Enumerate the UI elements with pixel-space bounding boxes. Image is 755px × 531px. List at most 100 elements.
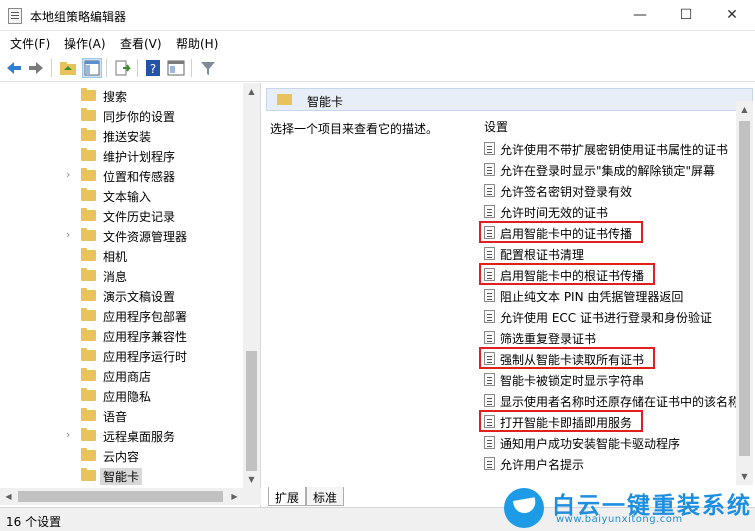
tree-item-label: 应用程序运行时 [103, 350, 188, 364]
menu-action[interactable]: 操作(A) [64, 35, 106, 52]
tree-item-label: 消息 [103, 270, 128, 284]
scroll-up-arrow-icon[interactable]: ▲ [736, 101, 753, 118]
watermark-url: www.baiyunxitong.com [556, 514, 683, 525]
tree-item[interactable]: 维护计划程序 [62, 145, 242, 165]
scroll-thumb[interactable] [246, 351, 257, 471]
folder-icon [81, 328, 96, 341]
toolbar-separator [137, 59, 138, 77]
show-hide-tree-icon[interactable] [82, 58, 102, 78]
tab-standard[interactable]: 标准 [306, 487, 345, 506]
back-arrow-icon[interactable] [4, 58, 24, 78]
setting-row[interactable]: 允许用户名提示 [482, 453, 737, 474]
help-icon[interactable]: ? [143, 58, 163, 78]
setting-label: 配置根证书清理 [500, 248, 585, 262]
filter-icon[interactable] [198, 58, 218, 78]
tree-item[interactable]: 应用商店 [62, 365, 242, 385]
scroll-thumb[interactable] [739, 121, 750, 456]
tree-item[interactable]: 智能卡 [62, 465, 242, 485]
setting-row[interactable]: 配置根证书清理 [482, 243, 737, 264]
export-icon[interactable] [113, 58, 133, 78]
tree-item[interactable]: 应用程序运行时 [62, 345, 242, 365]
tree-item[interactable]: 应用程序包部署 [62, 305, 242, 325]
setting-row[interactable]: 允许使用 ECC 证书进行登录和身份验证 [482, 306, 737, 327]
folder-icon [81, 88, 96, 101]
setting-row[interactable]: 允许时间无效的证书 [482, 201, 737, 222]
folder-icon [81, 268, 96, 281]
minimize-button[interactable]: — [617, 0, 663, 31]
setting-row[interactable]: 智能卡被锁定时显示字符串 [482, 369, 737, 390]
tree-item[interactable]: 推送安装 [62, 125, 242, 145]
toolbar-separator [191, 59, 192, 77]
details-pane: 智能卡 选择一个项目来查看它的描述。 设置 允许使用不带扩展密钥使用证书属性的证… [262, 83, 755, 507]
folder-icon [81, 408, 96, 421]
tree-item[interactable]: › 远程桌面服务 [62, 425, 242, 445]
tree-item-label: 相机 [103, 250, 128, 264]
tree-item[interactable]: 消息 [62, 265, 242, 285]
menu-bar: 文件(F) 操作(A) 查看(V) 帮助(H) [0, 31, 755, 53]
tree-item[interactable]: 同步你的设置 [62, 105, 242, 125]
setting-row[interactable]: 允许签名密钥对登录有效 [482, 180, 737, 201]
description-text: 选择一个项目来查看它的描述。 [270, 122, 439, 136]
policy-setting-icon [484, 373, 495, 386]
setting-row[interactable]: 允许使用不带扩展密钥使用证书属性的证书 [482, 138, 737, 159]
scroll-down-arrow-icon[interactable]: ▼ [243, 471, 260, 488]
folder-icon [81, 148, 96, 161]
folder-icon [81, 428, 96, 441]
policy-setting-icon [484, 310, 495, 323]
forward-arrow-icon[interactable] [26, 58, 46, 78]
tree-item[interactable]: › 文件资源管理器 [62, 225, 242, 245]
setting-label: 智能卡被锁定时显示字符串 [500, 374, 645, 388]
scroll-left-arrow-icon[interactable]: ◀ [0, 488, 17, 505]
tree-horizontal-scrollbar[interactable]: ◀ ▶ [0, 488, 261, 505]
tree-item-label: 文件资源管理器 [103, 230, 188, 244]
setting-row[interactable]: 允许在登录时显示"集成的解除锁定"屏幕 [482, 159, 737, 180]
setting-row[interactable]: 通知用户成功安装智能卡驱动程序 [482, 432, 737, 453]
expand-chevron-icon[interactable]: › [66, 428, 70, 441]
tree-item[interactable]: 相机 [62, 245, 242, 265]
properties-icon[interactable] [166, 58, 186, 78]
tree-item[interactable]: 语音 [62, 405, 242, 425]
folder-icon [81, 448, 96, 461]
settings-column-header[interactable]: 设置 [484, 118, 508, 135]
scroll-down-arrow-icon[interactable]: ▼ [736, 468, 753, 485]
close-button[interactable]: ✕ [709, 0, 755, 31]
tree-item[interactable]: 应用程序兼容性 [62, 325, 242, 345]
view-tabs: 扩展 标准 [262, 487, 512, 507]
setting-row[interactable]: 阻止纯文本 PIN 由凭据管理器返回 [482, 285, 737, 306]
folder-icon [81, 388, 96, 401]
tree-item[interactable]: 云内容 [62, 445, 242, 465]
policy-setting-icon [484, 457, 495, 470]
toolbar-separator [51, 59, 52, 77]
folder-icon [81, 348, 96, 361]
folder-icon [81, 288, 96, 301]
tree-item[interactable]: 应用隐私 [62, 385, 242, 405]
tree-item[interactable]: 搜索 [62, 85, 242, 105]
expand-chevron-icon[interactable]: › [66, 228, 70, 241]
expand-chevron-icon[interactable]: › [66, 168, 70, 181]
folder-icon [81, 228, 96, 241]
maximize-button[interactable]: ☐ [663, 0, 709, 31]
tree-item[interactable]: › 位置和传感器 [62, 165, 242, 185]
setting-row[interactable]: 筛选重复登录证书 [482, 327, 737, 348]
setting-label: 允许在登录时显示"集成的解除锁定"屏幕 [500, 164, 716, 178]
setting-label: 允许签名密钥对登录有效 [500, 185, 633, 199]
tree-vertical-scrollbar[interactable]: ▲ ▼ [243, 83, 260, 488]
tree-item-label: 文件历史记录 [103, 210, 176, 224]
tree-item[interactable]: 文本输入 [62, 185, 242, 205]
toolbar-separator [106, 59, 107, 77]
menu-file[interactable]: 文件(F) [10, 35, 50, 52]
folder-icon [81, 168, 96, 181]
tab-extended[interactable]: 扩展 [268, 487, 307, 506]
scroll-right-arrow-icon[interactable]: ▶ [226, 488, 243, 505]
tree-item[interactable]: 演示文稿设置 [62, 285, 242, 305]
scroll-thumb[interactable] [18, 491, 223, 502]
settings-vertical-scrollbar[interactable]: ▲ ▼ [736, 101, 753, 485]
folder-icon [277, 94, 292, 105]
up-folder-icon[interactable] [58, 58, 78, 78]
scroll-up-arrow-icon[interactable]: ▲ [243, 83, 260, 100]
menu-help[interactable]: 帮助(H) [176, 35, 218, 52]
tree-item[interactable]: 文件历史记录 [62, 205, 242, 225]
menu-view[interactable]: 查看(V) [120, 35, 162, 52]
setting-row[interactable]: 显示使用者名称时还原存储在证书中的该名称 [482, 390, 737, 411]
svg-text:?: ? [150, 62, 156, 76]
